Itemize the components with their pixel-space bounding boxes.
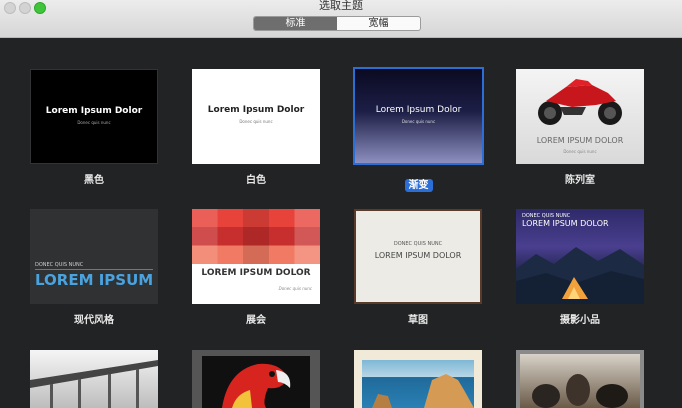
aspect-segmented-control: 标准 宽幅 xyxy=(253,16,421,31)
thumbnail-heading: Lorem Ipsum Dolor xyxy=(375,105,462,115)
thumbnail-heading: Lorem Ipsum Dolor xyxy=(45,106,143,116)
theme-thumbnail-black[interactable]: Lorem Ipsum Dolor Donec quis nunc xyxy=(30,69,158,164)
theme-thumbnail-exhibition[interactable]: LOREM IPSUM DOLOR Donec quis nunc xyxy=(192,209,320,304)
pottery-image xyxy=(532,374,628,408)
bridge-image xyxy=(30,360,158,408)
theme-label-exhibition[interactable]: 展会 xyxy=(192,314,320,327)
tab-widescreen[interactable]: 宽幅 xyxy=(337,17,420,30)
window-title: 选取主题 xyxy=(319,0,363,12)
theme-label-wrap: 渐变 xyxy=(353,173,484,192)
parrot-image xyxy=(222,363,291,408)
tab-standard[interactable]: 标准 xyxy=(254,17,337,30)
theme-label-modern[interactable]: 现代风格 xyxy=(30,314,158,327)
theme-thumbnail-showroom[interactable]: LOREM IPSUM DOLOR Donec quis nunc xyxy=(516,69,644,164)
theme-label-gradient[interactable]: 渐变 xyxy=(404,179,433,192)
thumbnail-heading: Lorem Ipsum Dolor xyxy=(207,105,305,115)
thumbnail-rule xyxy=(35,269,153,270)
thumbnail-subtitle: Donec quis nunc xyxy=(401,119,436,124)
theme-label-photo-essay[interactable]: 摄影小品 xyxy=(516,314,644,327)
theme-thumbnail-parrot[interactable] xyxy=(192,350,320,408)
theme-thumbnail-coast[interactable] xyxy=(354,350,482,408)
thumbnail-kicker: DONEC QUIS NUNC xyxy=(393,241,443,247)
thumbnail-heading: LOREM IPSUM xyxy=(35,271,154,289)
theme-thumbnail-bridge[interactable] xyxy=(30,350,158,408)
theme-label-sketch[interactable]: 草图 xyxy=(354,314,482,327)
theme-thumbnail-photo-essay[interactable]: DONEC QUIS NUNC LOREM IPSUM DOLOR xyxy=(516,209,644,304)
theme-thumbnail-modern[interactable]: DONEC QUIS NUNC LOREM IPSUM xyxy=(30,209,158,304)
thumbnail-subtitle: Donec quis nunc xyxy=(239,119,273,124)
theme-label-showroom[interactable]: 陈列室 xyxy=(516,174,644,187)
theme-thumbnail-white[interactable]: Lorem Ipsum Dolor Donec quis nunc xyxy=(192,69,320,164)
coast-image xyxy=(372,374,474,408)
thumbnail-subtitle: Donec quis nunc xyxy=(77,120,111,125)
thumbnail-heading: LOREM IPSUM DOLOR xyxy=(374,251,462,260)
theme-label-white[interactable]: 白色 xyxy=(192,174,320,187)
motorcycle-image xyxy=(538,79,622,125)
theme-label-black[interactable]: 黑色 xyxy=(30,174,158,187)
theme-thumbnail-sketch[interactable]: DONEC QUIS NUNC LOREM IPSUM DOLOR xyxy=(354,209,482,304)
thumbnail-subtitle: Donec quis nunc xyxy=(278,286,312,291)
title-bar: 选取主题 标准 宽幅 xyxy=(0,0,682,38)
thumbnail-heading: LOREM IPSUM DOLOR xyxy=(536,136,624,145)
theme-thumbnail-gradient[interactable]: Lorem Ipsum Dolor Donec quis nunc xyxy=(353,67,484,165)
mosaic-image xyxy=(192,209,320,264)
thumbnail-subtitle: Donec quis nunc xyxy=(563,149,597,154)
thumbnail-heading: LOREM IPSUM DOLOR xyxy=(522,219,609,228)
theme-thumbnail-pottery[interactable] xyxy=(516,350,644,408)
thumbnail-kicker: DONEC QUIS NUNC xyxy=(35,262,84,268)
thumbnail-heading: LOREM IPSUM DOLOR xyxy=(201,268,311,278)
